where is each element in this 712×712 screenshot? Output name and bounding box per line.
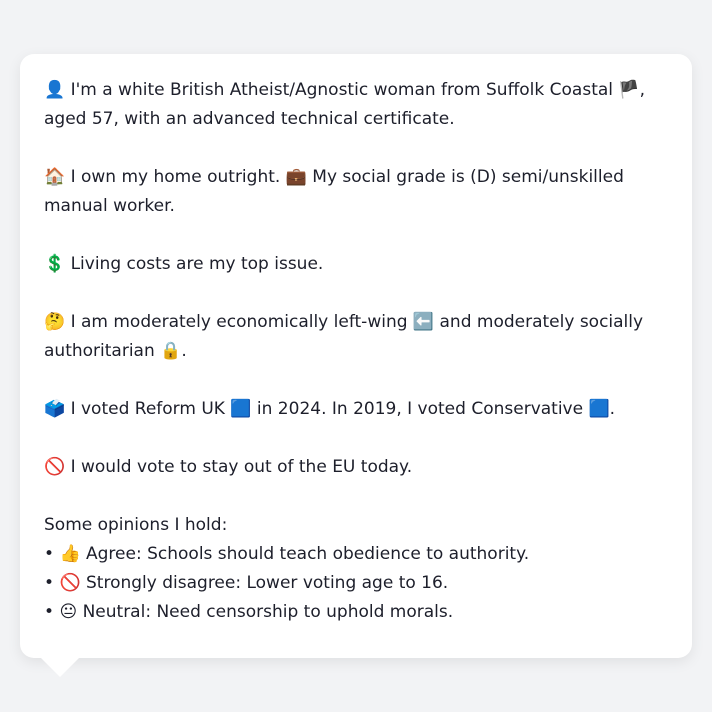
ideology-period: .: [181, 341, 187, 361]
home-text: I own my home outright.: [70, 167, 281, 187]
house-icon: 🏠: [44, 167, 66, 187]
bubble-tail: [40, 657, 80, 677]
opinion-item: • 🚫 Strongly disagree: Lower voting age …: [44, 569, 668, 598]
home-line: 🏠 I own my home outright. 💼 My social gr…: [44, 163, 668, 221]
opinion-text: Agree: Schools should teach obedience to…: [86, 544, 530, 564]
person-icon: 👤: [44, 80, 66, 100]
economic-text: I am moderately economically left-wing: [70, 312, 408, 332]
bullet: •: [44, 573, 55, 593]
blue-square-icon: 🟦: [230, 399, 252, 419]
eu-text: I would vote to stay out of the EU today…: [70, 457, 413, 477]
briefcase-icon: 💼: [285, 167, 307, 187]
left-arrow-icon: ⬅️: [412, 312, 435, 332]
identity-line: 👤 I'm a white British Atheist/Agnostic w…: [44, 76, 668, 134]
vote-2024-text: I voted Reform UK: [70, 399, 225, 419]
vote-2019-text: in 2024. In 2019, I voted Conservative: [256, 399, 584, 419]
ideology-line: 🤔 I am moderately economically left-wing…: [44, 308, 668, 366]
opinion-text: Neutral: Need censorship to uphold moral…: [82, 602, 454, 622]
bullet: •: [44, 544, 55, 564]
opinion-item: • 😐 Neutral: Need censorship to uphold m…: [44, 598, 668, 627]
prohibited-icon: 🚫: [59, 573, 81, 593]
neutral-face-icon: 😐: [59, 602, 78, 622]
issue-line: 💲 Living costs are my top issue.: [44, 250, 668, 279]
prohibited-icon: 🚫: [44, 457, 66, 477]
opinion-text: Strongly disagree: Lower voting age to 1…: [86, 573, 449, 593]
votes-period: .: [609, 399, 616, 419]
lock-icon: 🔒: [160, 341, 182, 361]
message-bubble: 👤 I'm a white British Atheist/Agnostic w…: [20, 54, 692, 658]
issue-text: Living costs are my top issue.: [70, 254, 324, 274]
blue-square-icon: 🟦: [588, 399, 610, 419]
dollar-icon: 💲: [44, 254, 66, 274]
eu-line: 🚫 I would vote to stay out of the EU tod…: [44, 453, 668, 482]
ballot-box-icon: 🗳️: [44, 399, 66, 419]
opinions-heading: Some opinions I hold:: [44, 515, 228, 535]
votes-line: 🗳️ I voted Reform UK 🟦 in 2024. In 2019,…: [44, 395, 668, 424]
bullet: •: [44, 602, 55, 622]
england-flag-icon: 🏴: [618, 80, 640, 100]
thinking-face-icon: 🤔: [44, 312, 66, 332]
opinion-item: • 👍 Agree: Schools should teach obedienc…: [44, 540, 668, 569]
thumbs-up-icon: 👍: [59, 544, 81, 564]
identity-text: I'm a white British Atheist/Agnostic wom…: [70, 80, 614, 100]
